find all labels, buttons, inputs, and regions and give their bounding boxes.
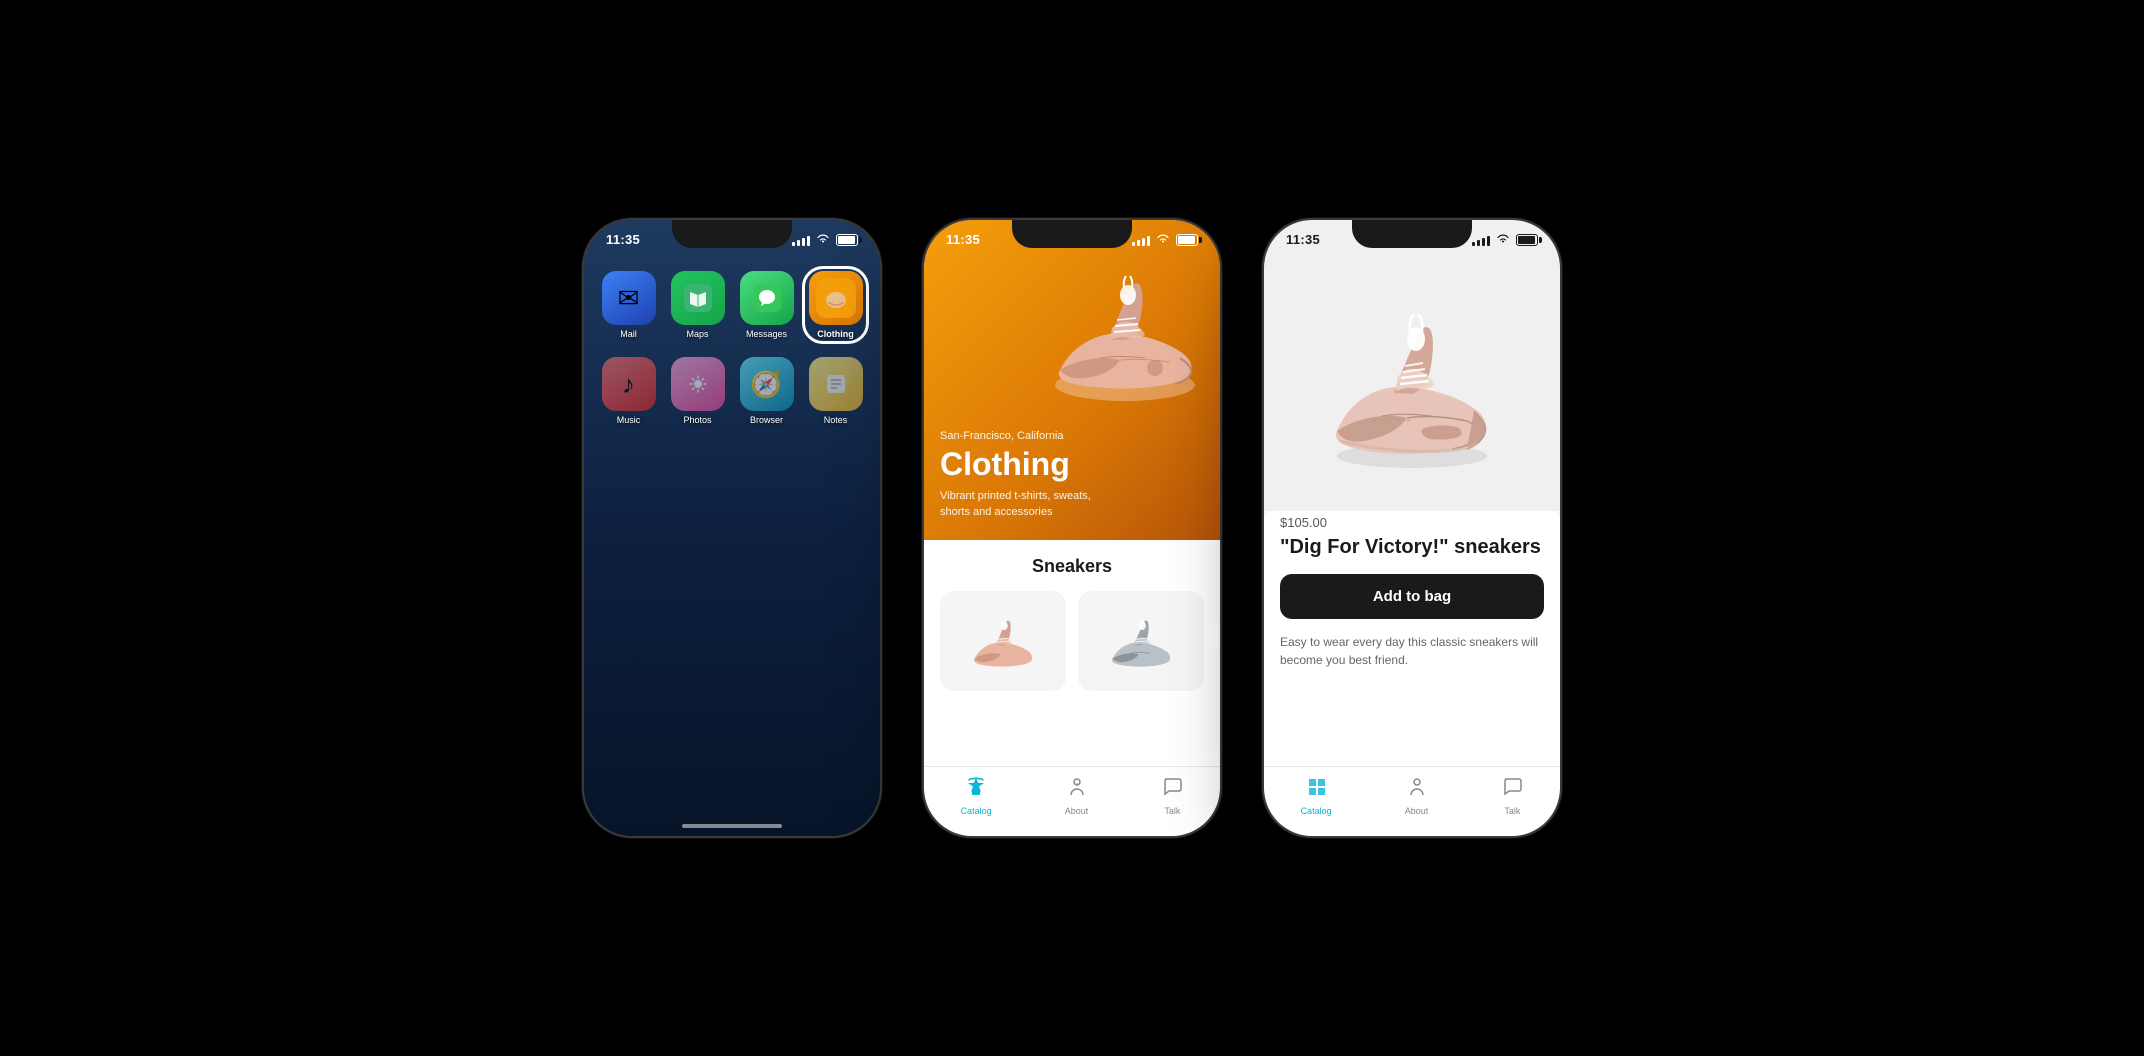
talk-tab-icon [1161,775,1183,803]
signal-icon-catalog [1132,234,1150,246]
product-image-area [1264,251,1560,511]
app-icon-browser[interactable]: 🧭 Browser [738,357,795,425]
tab-product-talk[interactable]: Talk [1501,775,1523,816]
signal-icon-product [1472,234,1490,246]
catalog-screen: 11:35 [924,220,1220,836]
status-icons-product: .battery-icon::after { background: #1a1a… [1472,232,1538,247]
add-to-bag-button[interactable]: Add to bag [1280,574,1544,619]
tab-catalog-talk[interactable]: Talk [1161,775,1183,816]
status-bar-product: 11:35 .battery-icon::a [1264,220,1560,251]
browser-label: Browser [750,415,783,425]
home-screen: 11:35 [584,220,880,836]
about-tab-icon [1066,775,1088,803]
hero-text-area: San-Francisco, California Clothing Vibra… [940,430,1100,520]
app-icon-notes[interactable]: Notes [807,357,864,425]
wifi-icon-home [816,232,830,247]
wifi-icon-product [1496,232,1510,247]
notes-icon [809,357,863,411]
tab-product-about[interactable]: About [1405,775,1429,816]
tab-about-label: About [1065,806,1089,816]
photos-label: Photos [683,415,711,425]
product-description: Easy to wear every day this classic snea… [1280,633,1544,669]
music-label: Music [617,415,641,425]
product-about-tab-icon [1406,775,1428,803]
tab-catalog-about[interactable]: About [1065,775,1089,816]
mail-icon: ✉ [602,271,656,325]
catalog-tab-icon [965,775,987,803]
product-talk-tab-icon [1501,775,1523,803]
battery-icon-catalog [1176,234,1198,246]
messages-icon [740,271,794,325]
app-grid: ✉ Mail Maps [584,251,880,445]
app-icon-maps[interactable]: Maps [669,271,726,339]
time-home: 11:35 [606,232,640,247]
status-icons-catalog [1132,232,1198,247]
phone-product: 11:35 .battery-icon::a [1262,218,1562,838]
mail-label: Mail [620,329,637,339]
status-bar-home: 11:35 [584,220,880,251]
tab-talk-label: Talk [1164,806,1180,816]
product-catalog-tab-icon [1305,775,1327,803]
status-icons-home [792,232,858,247]
phone-home: 11:35 [582,218,882,838]
photos-icon [671,357,725,411]
product-tab-talk-label: Talk [1504,806,1520,816]
app-icon-mail[interactable]: ✉ Mail [600,271,657,339]
product-tab-catalog-label: Catalog [1301,806,1332,816]
tab-bar-catalog: Catalog About Talk [924,766,1220,836]
time-product: 11:35 [1286,232,1320,247]
home-indicator [682,824,782,828]
battery-icon-product: .battery-icon::after { background: #1a1a… [1516,234,1538,246]
tab-product-catalog[interactable]: Catalog [1301,775,1332,816]
app-icon-photos[interactable]: Photos [669,357,726,425]
hero-subtitle: Vibrant printed t-shirts, sweats, shorts… [940,489,1100,520]
messages-label: Messages [746,329,787,339]
status-bar-catalog: 11:35 [924,220,1220,251]
product-screen: 11:35 .battery-icon::a [1264,220,1560,836]
time-catalog: 11:35 [946,232,980,247]
hero-shoe-image [1040,250,1210,410]
hero-location: San-Francisco, California [940,430,1100,442]
tab-catalog-catalog[interactable]: Catalog [961,775,992,816]
catalog-hero: 11:35 [924,220,1220,540]
sneaker-card-gray[interactable] [1078,591,1204,691]
sneakers-section-title: Sneakers [940,556,1204,577]
signal-icon-home [792,234,810,246]
product-name: "Dig For Victory!" sneakers [1280,534,1544,560]
music-icon: ♪ [602,357,656,411]
product-shoe-svg [1312,291,1512,471]
maps-label: Maps [686,329,708,339]
product-tab-about-label: About [1405,806,1429,816]
tab-bar-product: Catalog About Talk [1264,766,1560,836]
product-body: $105.00 "Dig For Victory!" sneakers Add … [1264,499,1560,766]
sneaker-card-pink[interactable] [940,591,1066,691]
hero-title: Clothing [940,446,1100,483]
clothing-label: Clothing [817,329,854,339]
notes-label: Notes [824,415,848,425]
product-price: $105.00 [1280,515,1544,530]
browser-icon: 🧭 [740,357,794,411]
clothing-app-icon [809,271,863,325]
tab-catalog-label: Catalog [961,806,992,816]
catalog-body: Sneakers [924,540,1220,766]
app-icon-messages[interactable]: Messages [738,271,795,339]
sneaker-grid [940,591,1204,691]
app-icon-music[interactable]: ♪ Music [600,357,657,425]
phone-catalog: 11:35 [922,218,1222,838]
wifi-icon-catalog [1156,232,1170,247]
app-icon-clothing[interactable]: Clothing [807,271,864,339]
battery-icon-home [836,234,858,246]
maps-icon [671,271,725,325]
